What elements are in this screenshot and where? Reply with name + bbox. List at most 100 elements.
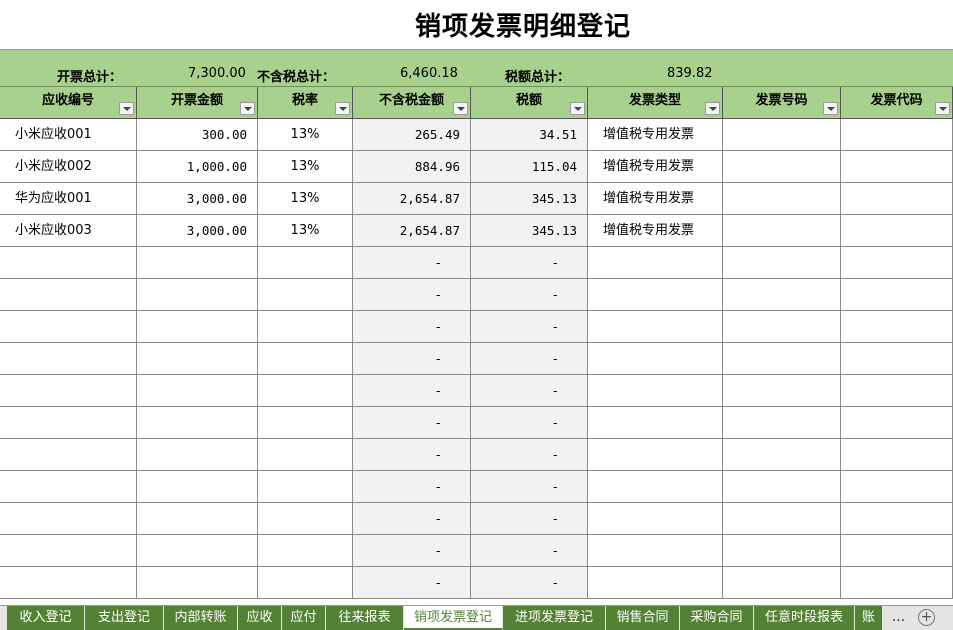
table-cell-tax[interactable]: 115.04 (471, 151, 588, 182)
table-cell-id[interactable] (0, 343, 137, 374)
table-cell-amount[interactable] (137, 471, 258, 502)
table-cell-number[interactable] (723, 503, 841, 534)
table-cell-excl[interactable]: 2,654.87 (353, 215, 471, 246)
table-cell-code[interactable] (841, 439, 953, 470)
table-cell-rate[interactable] (258, 567, 353, 598)
table-cell-rate[interactable] (258, 503, 353, 534)
table-cell-rate[interactable] (258, 311, 353, 342)
table-cell-rate[interactable] (258, 247, 353, 278)
table-cell-excl[interactable]: - (353, 343, 471, 374)
plus-circle-icon[interactable]: + (918, 609, 935, 626)
table-cell-amount[interactable] (137, 439, 258, 470)
table-cell-tax[interactable]: - (471, 375, 588, 406)
table-cell-amount[interactable] (137, 567, 258, 598)
table-cell-number[interactable] (723, 471, 841, 502)
total-invoice-value[interactable]: 7,300.00 (188, 66, 246, 81)
table-cell-id[interactable] (0, 503, 137, 534)
table-cell-rate[interactable] (258, 375, 353, 406)
table-cell-code[interactable] (841, 503, 953, 534)
table-cell-number[interactable] (723, 535, 841, 566)
table-cell-tax[interactable]: 345.13 (471, 215, 588, 246)
table-cell-excl[interactable]: - (353, 407, 471, 438)
table-cell-type[interactable] (588, 247, 723, 278)
table-cell-id[interactable] (0, 535, 137, 566)
table-cell-code[interactable] (841, 151, 953, 182)
table-cell-excl[interactable]: - (353, 503, 471, 534)
sheet-tab[interactable]: 内部转账 (164, 606, 238, 630)
sheet-tab[interactable]: 进项发票登记 (503, 606, 606, 630)
table-cell-code[interactable] (841, 535, 953, 566)
col-header-invoice-number[interactable]: 发票号码 (723, 87, 841, 118)
table-cell-number[interactable] (723, 119, 841, 150)
table-cell-amount[interactable] (137, 503, 258, 534)
table-cell-excl[interactable]: - (353, 375, 471, 406)
col-header-invoice-code[interactable]: 发票代码 (841, 87, 953, 118)
table-cell-type[interactable]: 增值税专用发票 (588, 183, 723, 214)
table-cell-id[interactable]: 小米应收001 (0, 119, 137, 150)
table-cell-number[interactable] (723, 439, 841, 470)
table-cell-excl[interactable]: - (353, 567, 471, 598)
table-cell-rate[interactable]: 13% (258, 215, 353, 246)
table-cell-code[interactable] (841, 343, 953, 374)
table-cell-type[interactable]: 增值税专用发票 (588, 151, 723, 182)
table-cell-type[interactable] (588, 503, 723, 534)
table-cell-tax[interactable]: - (471, 535, 588, 566)
table-cell-amount[interactable] (137, 247, 258, 278)
table-cell-excl[interactable]: - (353, 279, 471, 310)
table-cell-rate[interactable] (258, 439, 353, 470)
table-cell-amount[interactable]: 3,000.00 (137, 215, 258, 246)
table-cell-code[interactable] (841, 215, 953, 246)
table-cell-code[interactable] (841, 375, 953, 406)
table-cell-number[interactable] (723, 407, 841, 438)
table-cell-type[interactable] (588, 279, 723, 310)
table-cell-rate[interactable]: 13% (258, 183, 353, 214)
table-cell-rate[interactable] (258, 471, 353, 502)
table-cell-excl[interactable]: 884.96 (353, 151, 471, 182)
table-cell-number[interactable] (723, 279, 841, 310)
table-cell-number[interactable] (723, 343, 841, 374)
table-cell-tax[interactable]: - (471, 407, 588, 438)
sheet-tab[interactable]: 应收 (238, 606, 282, 630)
table-cell-id[interactable]: 小米应收002 (0, 151, 137, 182)
filter-dropdown-icon[interactable] (823, 102, 838, 115)
table-cell-type[interactable] (588, 375, 723, 406)
table-cell-type[interactable] (588, 407, 723, 438)
table-cell-code[interactable] (841, 279, 953, 310)
table-cell-number[interactable] (723, 375, 841, 406)
table-cell-type[interactable]: 增值税专用发票 (588, 119, 723, 150)
table-cell-excl[interactable]: - (353, 471, 471, 502)
sheet-tab[interactable]: 应付 (282, 606, 326, 630)
table-cell-id[interactable] (0, 567, 137, 598)
sheet-tab[interactable]: 任意时段报表 (754, 606, 855, 630)
table-cell-code[interactable] (841, 407, 953, 438)
more-tabs-button[interactable]: ... (886, 606, 911, 630)
table-cell-code[interactable] (841, 311, 953, 342)
table-cell-amount[interactable]: 3,000.00 (137, 183, 258, 214)
sheet-tab[interactable]: 支出登记 (85, 606, 164, 630)
table-cell-excl[interactable]: 2,654.87 (353, 183, 471, 214)
table-cell-number[interactable] (723, 247, 841, 278)
sheet-tab[interactable]: 往来报表 (326, 606, 404, 630)
table-cell-code[interactable] (841, 247, 953, 278)
table-cell-type[interactable] (588, 439, 723, 470)
table-cell-type[interactable] (588, 311, 723, 342)
table-cell-code[interactable] (841, 183, 953, 214)
table-cell-number[interactable] (723, 311, 841, 342)
sheet-tab[interactable]: 收入登记 (7, 606, 85, 630)
table-cell-excl[interactable]: - (353, 311, 471, 342)
table-cell-id[interactable] (0, 439, 137, 470)
filter-dropdown-icon[interactable] (119, 102, 134, 115)
table-cell-amount[interactable] (137, 375, 258, 406)
table-cell-excl[interactable]: 265.49 (353, 119, 471, 150)
table-cell-amount[interactable]: 1,000.00 (137, 151, 258, 182)
table-cell-id[interactable] (0, 375, 137, 406)
table-cell-rate[interactable] (258, 535, 353, 566)
table-cell-amount[interactable]: 300.00 (137, 119, 258, 150)
table-cell-id[interactable] (0, 311, 137, 342)
table-cell-number[interactable] (723, 567, 841, 598)
table-cell-type[interactable]: 增值税专用发票 (588, 215, 723, 246)
filter-dropdown-icon[interactable] (570, 102, 585, 115)
table-cell-code[interactable] (841, 119, 953, 150)
col-header-tax-amount[interactable]: 税额 (471, 87, 588, 118)
table-cell-excl[interactable]: - (353, 439, 471, 470)
